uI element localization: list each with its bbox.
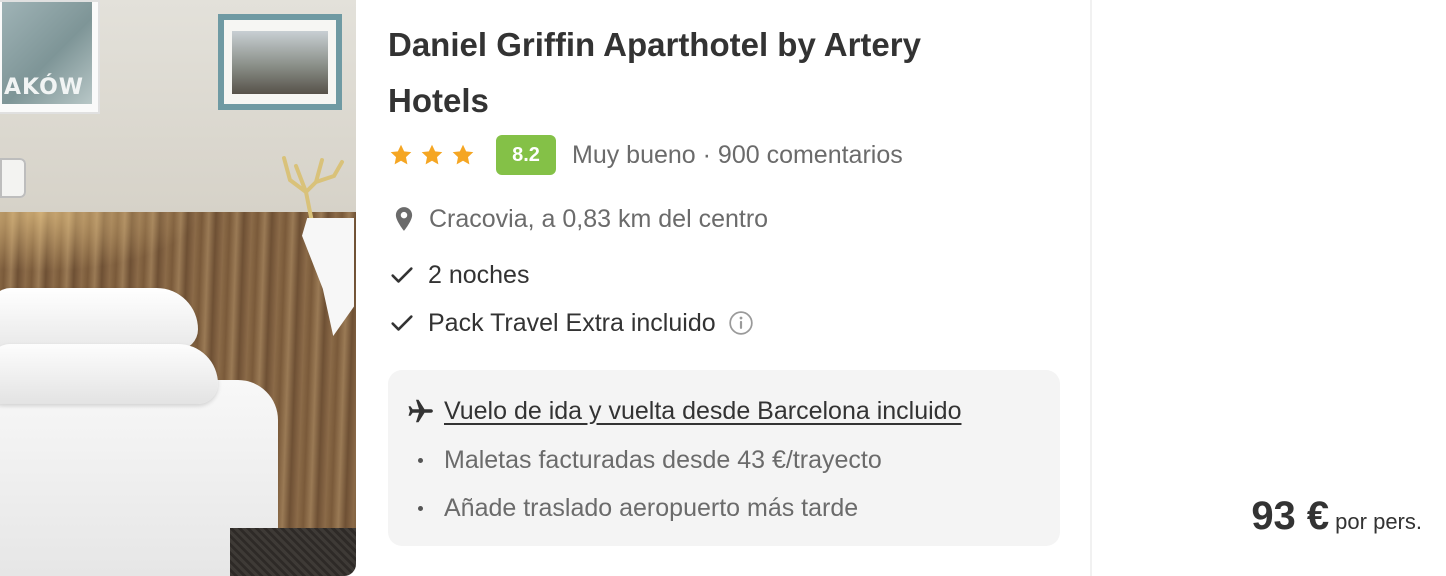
flight-bullet: Maletas facturadas desde 43 €/trayecto — [418, 442, 882, 478]
feature-item: 2 noches — [388, 255, 529, 295]
score-badge: 8.2 — [496, 135, 556, 175]
check-icon — [391, 315, 413, 331]
hotel-details: Daniel Griffin Aparthotel by Artery Hote… — [388, 0, 1068, 576]
star-rating — [388, 142, 476, 168]
feature-item: Pack Travel Extra incluido — [388, 303, 754, 343]
feature-label: Pack Travel Extra incluido — [428, 308, 716, 337]
hotel-name[interactable]: Daniel Griffin Aparthotel by Artery Hote… — [388, 17, 988, 129]
location-text: Cracovia, a 0,83 km del centro — [429, 204, 769, 233]
photo-wall-frame — [218, 14, 342, 110]
rating-row: 8.2 Muy bueno · 900 comentarios — [388, 134, 903, 176]
photo-carpet — [230, 528, 356, 576]
bullet-text: Añade traslado aeropuerto más tarde — [444, 493, 859, 522]
star-icon — [390, 144, 412, 165]
info-icon[interactable] — [728, 310, 754, 336]
photo-antler — [282, 156, 344, 222]
star-icon — [421, 144, 443, 165]
flight-info-box: Vuelo de ida y vuelta desde Barcelona in… — [388, 370, 1060, 546]
review-summary[interactable]: Muy bueno · 900 comentarios — [572, 141, 903, 170]
flight-header: Vuelo de ida y vuelta desde Barcelona in… — [406, 393, 961, 429]
check-icon — [391, 267, 413, 283]
star-icon — [452, 144, 474, 165]
location-pin-icon — [395, 207, 413, 231]
poster-text: AKÓW — [4, 75, 85, 100]
flight-bullet: Añade traslado aeropuerto más tarde — [418, 490, 858, 526]
feature-label: 2 noches — [428, 260, 530, 289]
photo-pillow — [0, 288, 198, 350]
bullet-dot — [418, 505, 423, 511]
bullet-dot — [418, 457, 423, 463]
column-divider — [1090, 0, 1092, 576]
photo-wall-poster: AKÓW — [0, 0, 100, 114]
plane-icon — [408, 399, 433, 423]
location-row: Cracovia, a 0,83 km del centro — [388, 199, 768, 239]
hotel-photo[interactable]: AKÓW — [0, 0, 356, 576]
photo-pillow — [0, 344, 218, 404]
bullet-text: Maletas facturadas desde 43 €/trayecto — [444, 445, 882, 474]
price-block: 93 € por pers. — [1251, 494, 1422, 539]
flight-included-link[interactable]: Vuelo de ida y vuelta desde Barcelona in… — [444, 397, 961, 426]
price-amount: 93 € — [1251, 494, 1330, 538]
photo-lamp — [0, 158, 26, 198]
hotel-card[interactable]: AKÓW Daniel Griffin Aparthotel by Artery… — [0, 0, 1446, 576]
price-per-person: por pers. — [1335, 509, 1422, 534]
